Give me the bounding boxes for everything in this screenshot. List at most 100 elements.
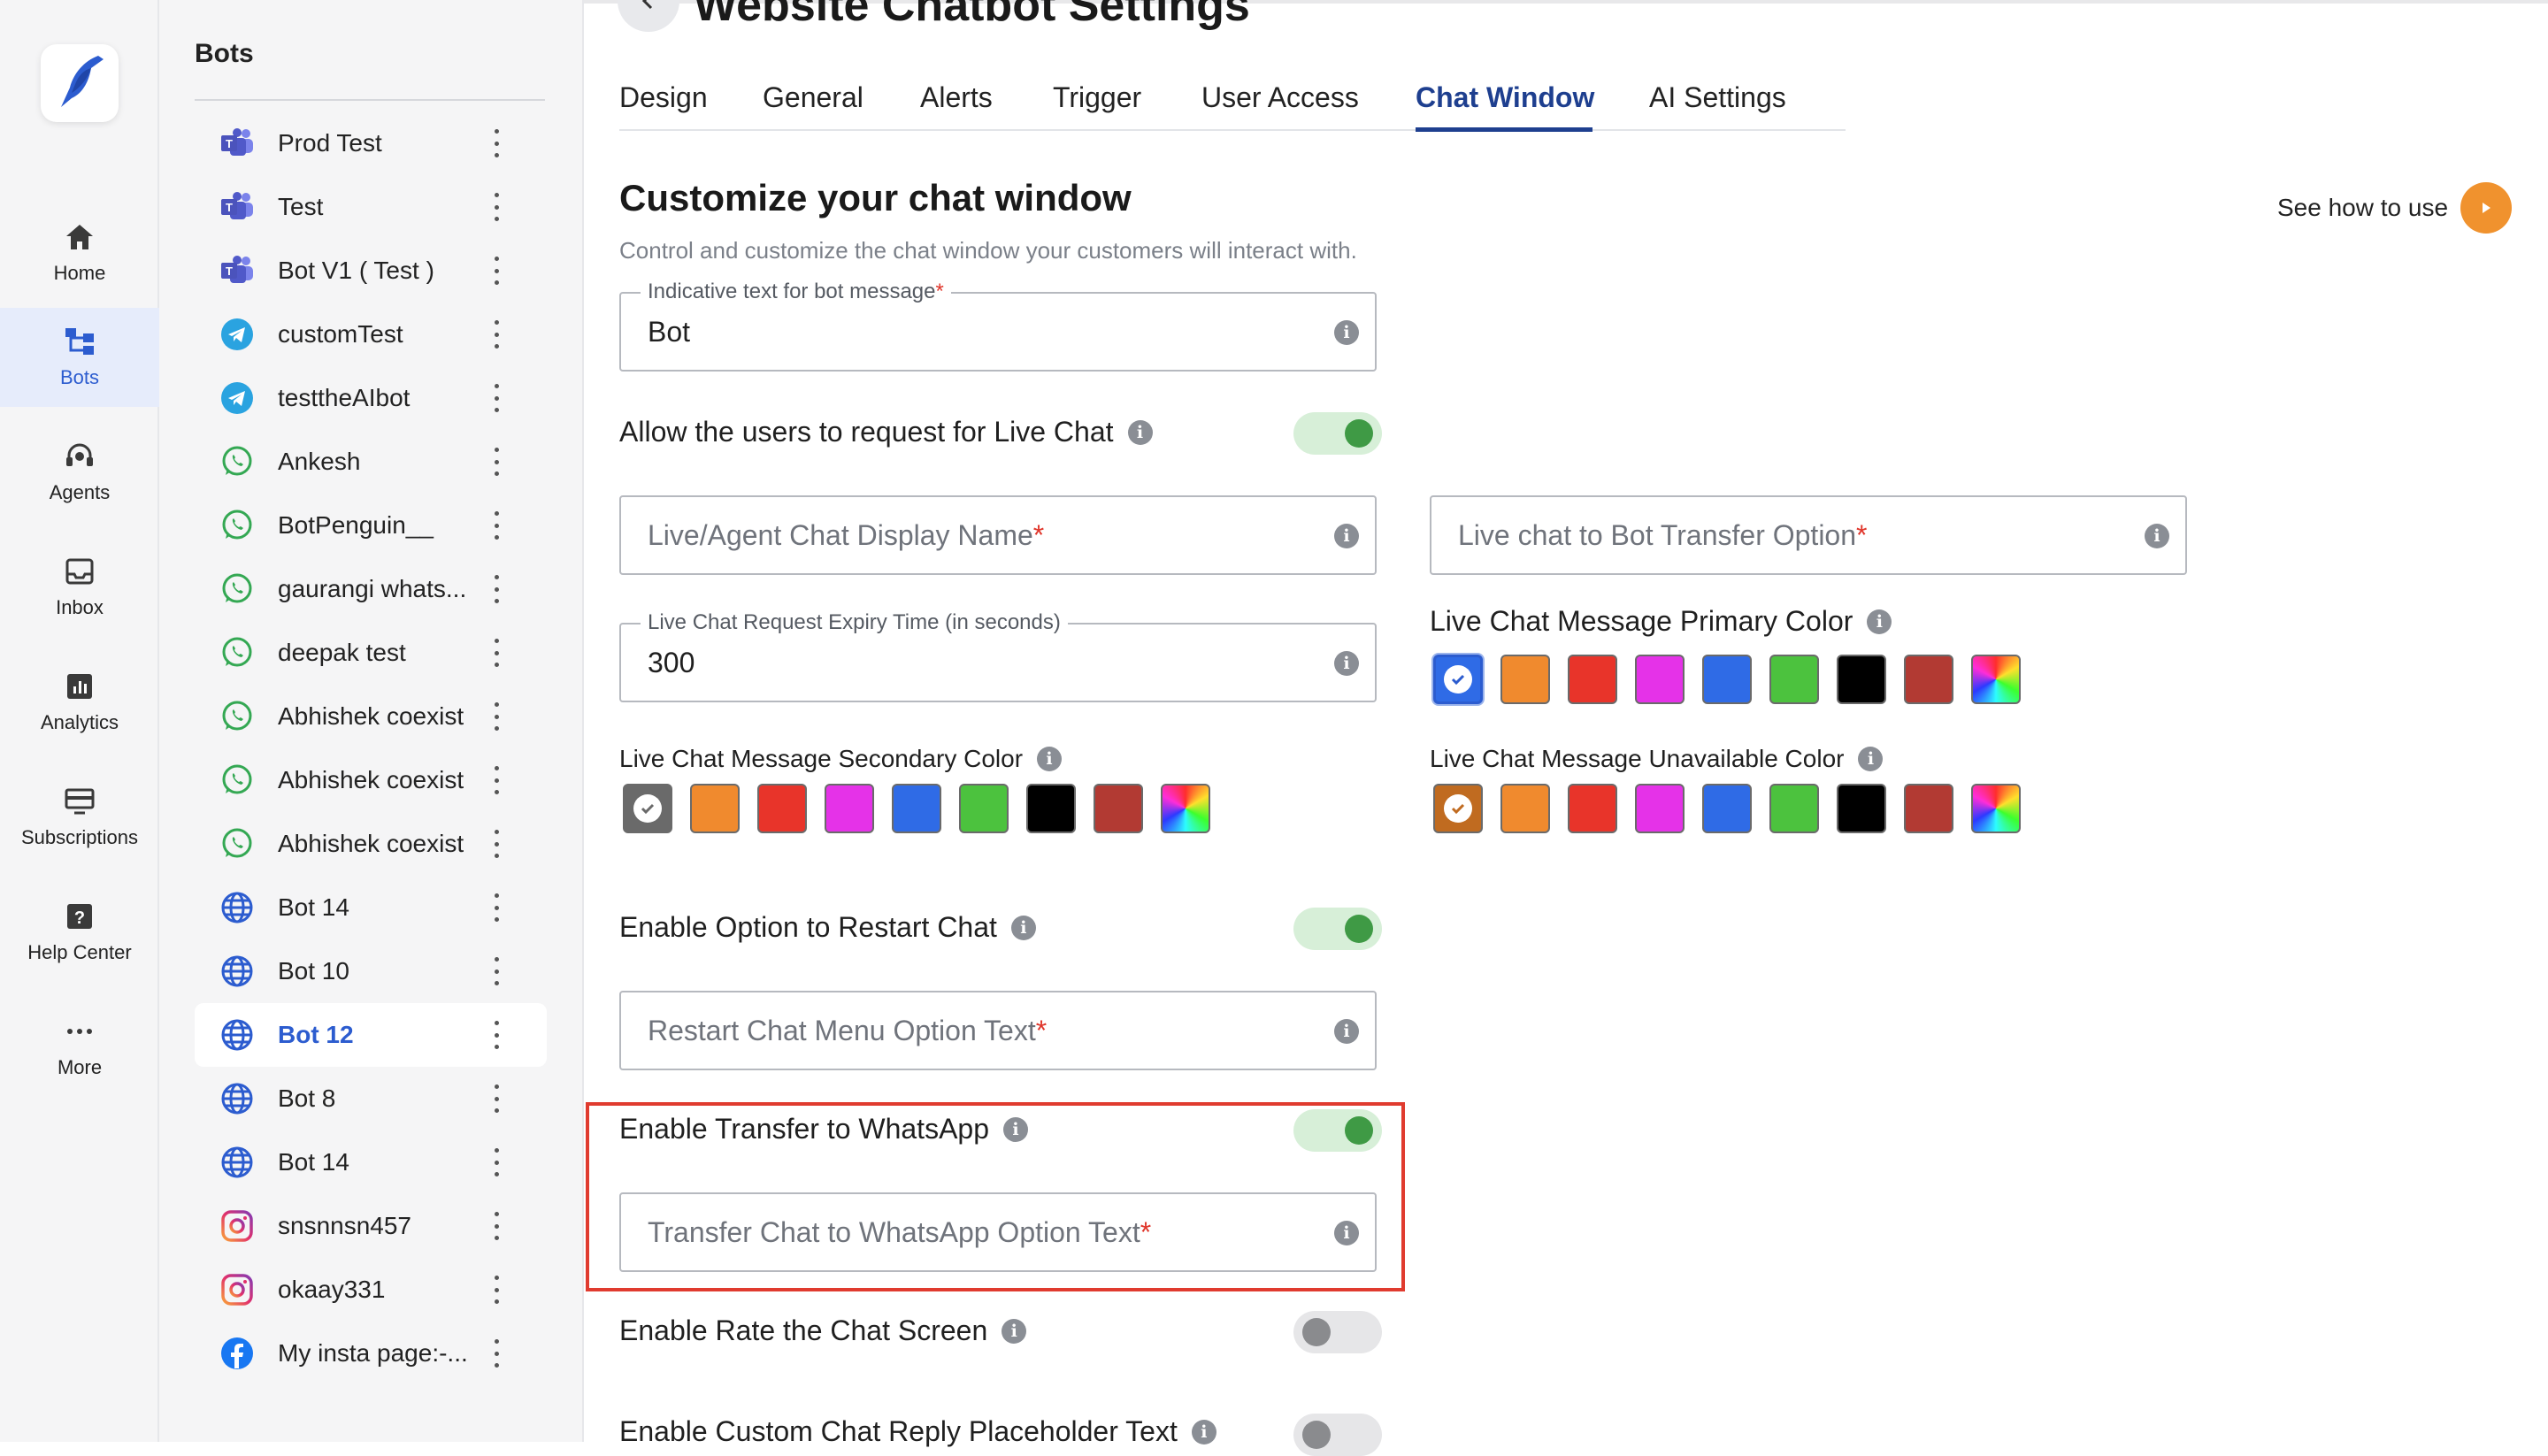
bot-list-item[interactable]: Bot 8 bbox=[195, 1067, 547, 1130]
whatsapp-option-text-input[interactable]: Transfer Chat to WhatsApp Option Text* i bbox=[619, 1192, 1377, 1272]
kebab-menu-icon[interactable] bbox=[490, 320, 503, 349]
color-swatch[interactable] bbox=[1026, 784, 1076, 833]
bot-list-item[interactable]: gaurangi whats... bbox=[195, 557, 547, 621]
kebab-menu-icon[interactable] bbox=[490, 893, 503, 922]
agent-display-name-input[interactable]: Live/Agent Chat Display Name* i bbox=[619, 495, 1377, 575]
nav-agents[interactable]: Agents bbox=[0, 423, 159, 522]
kebab-menu-icon[interactable] bbox=[490, 511, 503, 540]
rate-chat-info-icon[interactable]: i bbox=[1002, 1318, 1027, 1344]
nav-help-center[interactable]: ? Help Center bbox=[0, 883, 159, 982]
play-icon[interactable] bbox=[2460, 182, 2513, 234]
app-logo[interactable] bbox=[41, 44, 119, 122]
tab-chat-window[interactable]: Chat Window bbox=[1416, 73, 1594, 122]
tab-general[interactable]: General bbox=[763, 73, 863, 122]
custom-color-picker[interactable] bbox=[1971, 784, 2021, 833]
expiry-info-icon[interactable]: i bbox=[1334, 651, 1359, 676]
bot-list-item[interactable]: Abhishek coexist bbox=[195, 685, 547, 748]
kebab-menu-icon[interactable] bbox=[490, 830, 503, 858]
kebab-menu-icon[interactable] bbox=[490, 129, 503, 157]
color-swatch[interactable] bbox=[825, 784, 874, 833]
bot-list-item[interactable]: customTest bbox=[195, 303, 547, 366]
color-swatch[interactable] bbox=[690, 784, 740, 833]
bot-list-item[interactable]: Bot 14 bbox=[195, 876, 547, 939]
whatsapp-transfer-toggle[interactable] bbox=[1293, 1109, 1382, 1152]
kebab-menu-icon[interactable] bbox=[490, 384, 503, 412]
tab-ai-settings[interactable]: AI Settings bbox=[1649, 73, 1786, 122]
live-chat-toggle[interactable] bbox=[1293, 412, 1382, 455]
agent-display-name-info-icon[interactable]: i bbox=[1334, 524, 1359, 548]
unavailable-color-info-icon[interactable]: i bbox=[1858, 747, 1884, 771]
kebab-menu-icon[interactable] bbox=[490, 448, 503, 476]
bot-list-item[interactable]: deepak test bbox=[195, 621, 547, 685]
nav-bots[interactable]: Bots bbox=[0, 308, 159, 407]
color-swatch[interactable] bbox=[1500, 655, 1550, 704]
bot-list-item[interactable]: T Bot V1 ( Test ) bbox=[195, 239, 547, 303]
kebab-menu-icon[interactable] bbox=[490, 1148, 503, 1176]
kebab-menu-icon[interactable] bbox=[490, 1084, 503, 1113]
bot-text-field[interactable]: Indicative text for bot message* Bot i bbox=[619, 280, 1377, 372]
bot-list-item[interactable]: BotPenguin__ bbox=[195, 494, 547, 557]
bot-transfer-option-input[interactable]: Live chat to Bot Transfer Option* i bbox=[1430, 495, 2187, 575]
color-swatch[interactable] bbox=[1094, 784, 1143, 833]
nav-home[interactable]: Home bbox=[0, 203, 159, 303]
bot-list-item[interactable]: okaay331 bbox=[195, 1258, 547, 1322]
primary-color-info-icon[interactable]: i bbox=[1867, 609, 1892, 634]
bot-list-item[interactable]: Bot 10 bbox=[195, 939, 547, 1003]
custom-placeholder-toggle[interactable] bbox=[1293, 1414, 1382, 1456]
tab-trigger[interactable]: Trigger bbox=[1053, 73, 1141, 122]
bot-transfer-info-icon[interactable]: i bbox=[2145, 524, 2169, 548]
bot-list-item[interactable]: My insta page:-... bbox=[195, 1322, 547, 1385]
kebab-menu-icon[interactable] bbox=[490, 257, 503, 285]
custom-placeholder-info-icon[interactable]: i bbox=[1191, 1419, 1216, 1445]
live-chat-info-icon[interactable]: i bbox=[1127, 419, 1153, 445]
back-button[interactable] bbox=[618, 0, 679, 32]
whatsapp-text-info-icon[interactable]: i bbox=[1334, 1221, 1359, 1245]
rate-chat-toggle[interactable] bbox=[1293, 1311, 1382, 1353]
color-swatch[interactable] bbox=[757, 784, 807, 833]
custom-color-picker[interactable] bbox=[1971, 655, 2021, 704]
bot-list-item[interactable]: snsnnsn457 bbox=[195, 1194, 547, 1258]
bot-list-item[interactable]: Bot 14 bbox=[195, 1130, 547, 1194]
color-swatch[interactable] bbox=[892, 784, 941, 833]
color-swatch[interactable] bbox=[623, 784, 672, 833]
bot-list-item[interactable]: T Test bbox=[195, 175, 547, 239]
kebab-menu-icon[interactable] bbox=[490, 639, 503, 667]
color-swatch[interactable] bbox=[1635, 655, 1685, 704]
restart-chat-toggle[interactable] bbox=[1293, 908, 1382, 950]
restart-text-info-icon[interactable]: i bbox=[1334, 1019, 1359, 1044]
color-swatch[interactable] bbox=[1904, 655, 1953, 704]
kebab-menu-icon[interactable] bbox=[490, 766, 503, 794]
tab-design[interactable]: Design bbox=[619, 73, 708, 122]
kebab-menu-icon[interactable] bbox=[490, 193, 503, 221]
color-swatch[interactable] bbox=[1433, 655, 1483, 704]
bot-list-item[interactable]: Ankesh bbox=[195, 430, 547, 494]
color-swatch[interactable] bbox=[1702, 655, 1752, 704]
bot-list-item[interactable]: Abhishek coexist bbox=[195, 748, 547, 812]
kebab-menu-icon[interactable] bbox=[490, 957, 503, 985]
kebab-menu-icon[interactable] bbox=[490, 1339, 503, 1368]
kebab-menu-icon[interactable] bbox=[490, 1276, 503, 1304]
kebab-menu-icon[interactable] bbox=[490, 1021, 503, 1049]
nav-subscriptions[interactable]: Subscriptions bbox=[0, 768, 159, 867]
color-swatch[interactable] bbox=[959, 784, 1009, 833]
custom-color-picker[interactable] bbox=[1161, 784, 1210, 833]
color-swatch[interactable] bbox=[1837, 655, 1886, 704]
kebab-menu-icon[interactable] bbox=[490, 702, 503, 731]
color-swatch[interactable] bbox=[1568, 784, 1617, 833]
bot-text-info-icon[interactable]: i bbox=[1334, 320, 1359, 345]
color-swatch[interactable] bbox=[1702, 784, 1752, 833]
color-swatch[interactable] bbox=[1500, 784, 1550, 833]
secondary-color-info-icon[interactable]: i bbox=[1037, 747, 1063, 771]
nav-more[interactable]: More bbox=[0, 998, 159, 1097]
kebab-menu-icon[interactable] bbox=[490, 1212, 503, 1240]
bot-list-item[interactable]: testtheAIbot bbox=[195, 366, 547, 430]
color-swatch[interactable] bbox=[1433, 784, 1483, 833]
color-swatch[interactable] bbox=[1568, 655, 1617, 704]
color-swatch[interactable] bbox=[1635, 784, 1685, 833]
nav-inbox[interactable]: Inbox bbox=[0, 538, 159, 637]
tab-alerts[interactable]: Alerts bbox=[920, 73, 993, 122]
color-swatch[interactable] bbox=[1837, 784, 1886, 833]
expiry-time-input[interactable]: Live Chat Request Expiry Time (in second… bbox=[619, 610, 1377, 702]
restart-chat-info-icon[interactable]: i bbox=[1010, 915, 1036, 940]
nav-analytics[interactable]: Analytics bbox=[0, 653, 159, 752]
